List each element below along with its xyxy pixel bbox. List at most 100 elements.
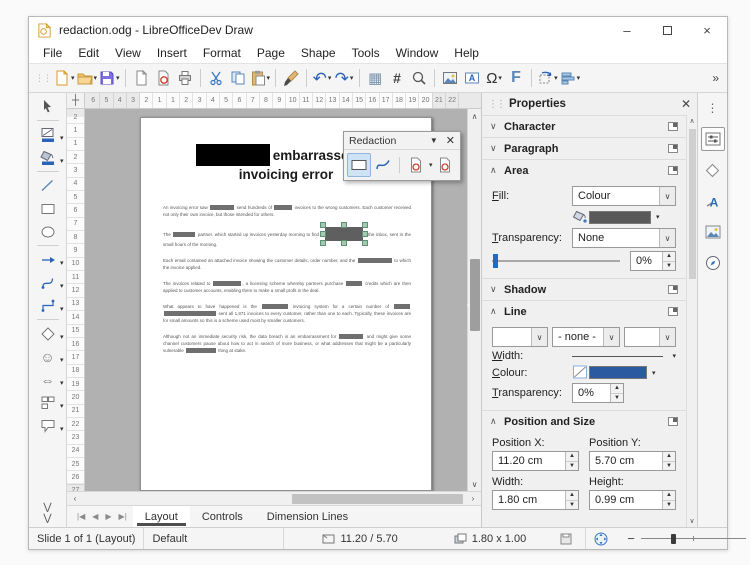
fill-color-swatch[interactable] bbox=[589, 211, 651, 224]
tab-controls[interactable]: Controls bbox=[190, 506, 255, 527]
drawing-toolbar-more-button[interactable]: ⋁⋁ bbox=[43, 502, 51, 524]
transparency-type-select[interactable]: None ∨ bbox=[572, 228, 676, 248]
sidebar-close-icon[interactable]: ✕ bbox=[681, 97, 691, 111]
redaction-toolbar-close-icon[interactable]: ✕ bbox=[446, 134, 455, 147]
position-x-spinner[interactable]: 11.20 cm ▲▼ bbox=[492, 451, 579, 471]
direct-export-pdf-button[interactable] bbox=[433, 153, 457, 177]
section-position-size[interactable]: ∧ Position and Size bbox=[482, 410, 686, 432]
select-tool[interactable] bbox=[31, 95, 65, 118]
export-pdf-button[interactable] bbox=[152, 66, 174, 90]
maximize-button[interactable] bbox=[647, 17, 687, 43]
transparency-slider[interactable] bbox=[492, 254, 620, 268]
selection-handle[interactable] bbox=[362, 240, 368, 246]
menu-shape[interactable]: Shape bbox=[293, 46, 344, 60]
template-status[interactable]: Default bbox=[144, 528, 284, 549]
sidebar-menu-button[interactable]: ⋮ bbox=[701, 96, 725, 120]
redo-button[interactable]: ↷▾ bbox=[333, 66, 355, 90]
zoom-slider-thumb[interactable] bbox=[671, 534, 676, 544]
freeform-redaction-button[interactable] bbox=[371, 153, 395, 177]
line-end-style-select[interactable]: ∨ bbox=[624, 327, 676, 347]
line-color-tool[interactable]: ▾ bbox=[31, 123, 65, 146]
fill-type-select[interactable]: Colour ∨ bbox=[572, 186, 676, 206]
tab-layout[interactable]: Layout bbox=[133, 506, 190, 527]
shadow-dialog-launcher-icon[interactable] bbox=[668, 285, 678, 294]
section-line[interactable]: ∧ Line bbox=[482, 300, 686, 322]
redaction-shape[interactable] bbox=[274, 205, 292, 210]
menu-view[interactable]: View bbox=[107, 46, 149, 60]
redaction-toolbar-titlebar[interactable]: Redaction ▼ ✕ bbox=[344, 132, 460, 150]
fill-color-tool[interactable]: ▾ bbox=[31, 146, 65, 169]
menu-window[interactable]: Window bbox=[388, 46, 447, 60]
snap-guides-button[interactable]: # bbox=[386, 66, 408, 90]
sidebar-tab-gallery[interactable] bbox=[701, 220, 725, 244]
callout-shapes-tool[interactable]: ▾ bbox=[31, 414, 65, 437]
sidebar-collapse-handle[interactable]: ‹ bbox=[467, 300, 470, 309]
toolbar-overflow-button[interactable]: » bbox=[712, 71, 723, 85]
rectangle-redaction-button[interactable] bbox=[347, 153, 371, 177]
toolbar-grip[interactable]: ⋮⋮ bbox=[35, 73, 51, 84]
redaction-shape[interactable] bbox=[358, 258, 392, 263]
save-status-icon[interactable] bbox=[552, 528, 586, 549]
transformations-button[interactable]: ▾ bbox=[536, 66, 559, 90]
redaction-shape[interactable] bbox=[173, 232, 195, 237]
paragraph-dialog-launcher-icon[interactable] bbox=[668, 144, 678, 153]
vertical-scroll-thumb[interactable] bbox=[470, 259, 480, 331]
document-vertical-scrollbar[interactable]: ∧ ‹ ∨ bbox=[467, 109, 481, 491]
next-page-button[interactable]: ▶ bbox=[105, 512, 111, 521]
character-dialog-launcher-icon[interactable] bbox=[668, 122, 678, 131]
menu-file[interactable]: File bbox=[35, 46, 70, 60]
fontwork-button[interactable]: F bbox=[505, 66, 527, 90]
zoom-out-icon[interactable]: − bbox=[627, 531, 635, 546]
fit-slide-button[interactable] bbox=[586, 528, 621, 549]
line-color-swatch[interactable] bbox=[589, 366, 647, 379]
last-page-button[interactable]: ▶| bbox=[119, 512, 127, 521]
new-page-button[interactable] bbox=[130, 66, 152, 90]
selection-handle[interactable] bbox=[341, 222, 347, 228]
menu-format[interactable]: Format bbox=[195, 46, 249, 60]
sidebar-tab-navigator[interactable] bbox=[701, 251, 725, 275]
sidebar-scrollbar[interactable]: ∧ ∨ bbox=[686, 115, 697, 527]
scroll-left-icon[interactable]: ‹ bbox=[67, 492, 83, 506]
horizontal-ruler[interactable]: 6543211234567891011121314151617181920212… bbox=[85, 93, 481, 109]
redacted-export-button[interactable] bbox=[404, 153, 428, 177]
sidebar-tab-properties[interactable] bbox=[701, 127, 725, 151]
selection-handle[interactable] bbox=[362, 222, 368, 228]
line-dialog-launcher-icon[interactable] bbox=[668, 307, 678, 316]
line-color-dropdown-icon[interactable]: ▾ bbox=[652, 369, 656, 377]
display-grid-button[interactable]: ▦ bbox=[364, 66, 386, 90]
section-shadow[interactable]: ∨ Shadow bbox=[482, 278, 686, 300]
line-width-dropdown-icon[interactable]: ▾ bbox=[672, 352, 676, 360]
flowchart-tool[interactable]: ▾ bbox=[31, 391, 65, 414]
redaction-shape[interactable] bbox=[164, 311, 216, 316]
section-area[interactable]: ∧ Area bbox=[482, 159, 686, 181]
area-dialog-launcher-icon[interactable] bbox=[668, 166, 678, 175]
minimize-button[interactable]: – bbox=[607, 17, 647, 43]
redaction-shape[interactable] bbox=[394, 304, 410, 309]
paste-button[interactable]: ▾ bbox=[249, 66, 272, 90]
sidebar-scroll-thumb[interactable] bbox=[689, 129, 696, 279]
scroll-up-icon[interactable]: ∧ bbox=[468, 109, 481, 123]
selection-handle[interactable] bbox=[320, 231, 326, 237]
copy-button[interactable] bbox=[227, 66, 249, 90]
ellipse-tool[interactable] bbox=[31, 220, 65, 243]
tab-dimension-lines[interactable]: Dimension Lines bbox=[255, 506, 360, 527]
headline-redaction-box[interactable] bbox=[196, 144, 270, 166]
insert-image-button[interactable] bbox=[439, 66, 461, 90]
document-horizontal-scrollbar[interactable]: ‹ › bbox=[67, 491, 481, 505]
redaction-shape[interactable] bbox=[186, 348, 216, 353]
open-button[interactable]: ▾ bbox=[76, 66, 99, 90]
vertical-ruler[interactable]: 2112345678910111213141516171819202122232… bbox=[67, 109, 85, 491]
print-button[interactable] bbox=[174, 66, 196, 90]
cut-button[interactable] bbox=[205, 66, 227, 90]
drawing-canvas[interactable]: embarrassed by invoicing error An invoic… bbox=[85, 109, 467, 491]
fill-color-dropdown-icon[interactable]: ▾ bbox=[656, 213, 660, 221]
scroll-right-icon[interactable]: › bbox=[465, 492, 481, 506]
new-document-button[interactable]: ▾ bbox=[53, 66, 76, 90]
redaction-toolbar-menu-icon[interactable]: ▼ bbox=[430, 136, 438, 145]
menu-help[interactable]: Help bbox=[446, 46, 487, 60]
basic-shapes-tool[interactable]: ▾ bbox=[31, 322, 65, 345]
special-character-button[interactable]: Ω▾ bbox=[483, 66, 505, 90]
connector-tool[interactable]: ▾ bbox=[31, 294, 65, 317]
menu-page[interactable]: Page bbox=[249, 46, 293, 60]
redaction-shape[interactable] bbox=[346, 281, 362, 286]
